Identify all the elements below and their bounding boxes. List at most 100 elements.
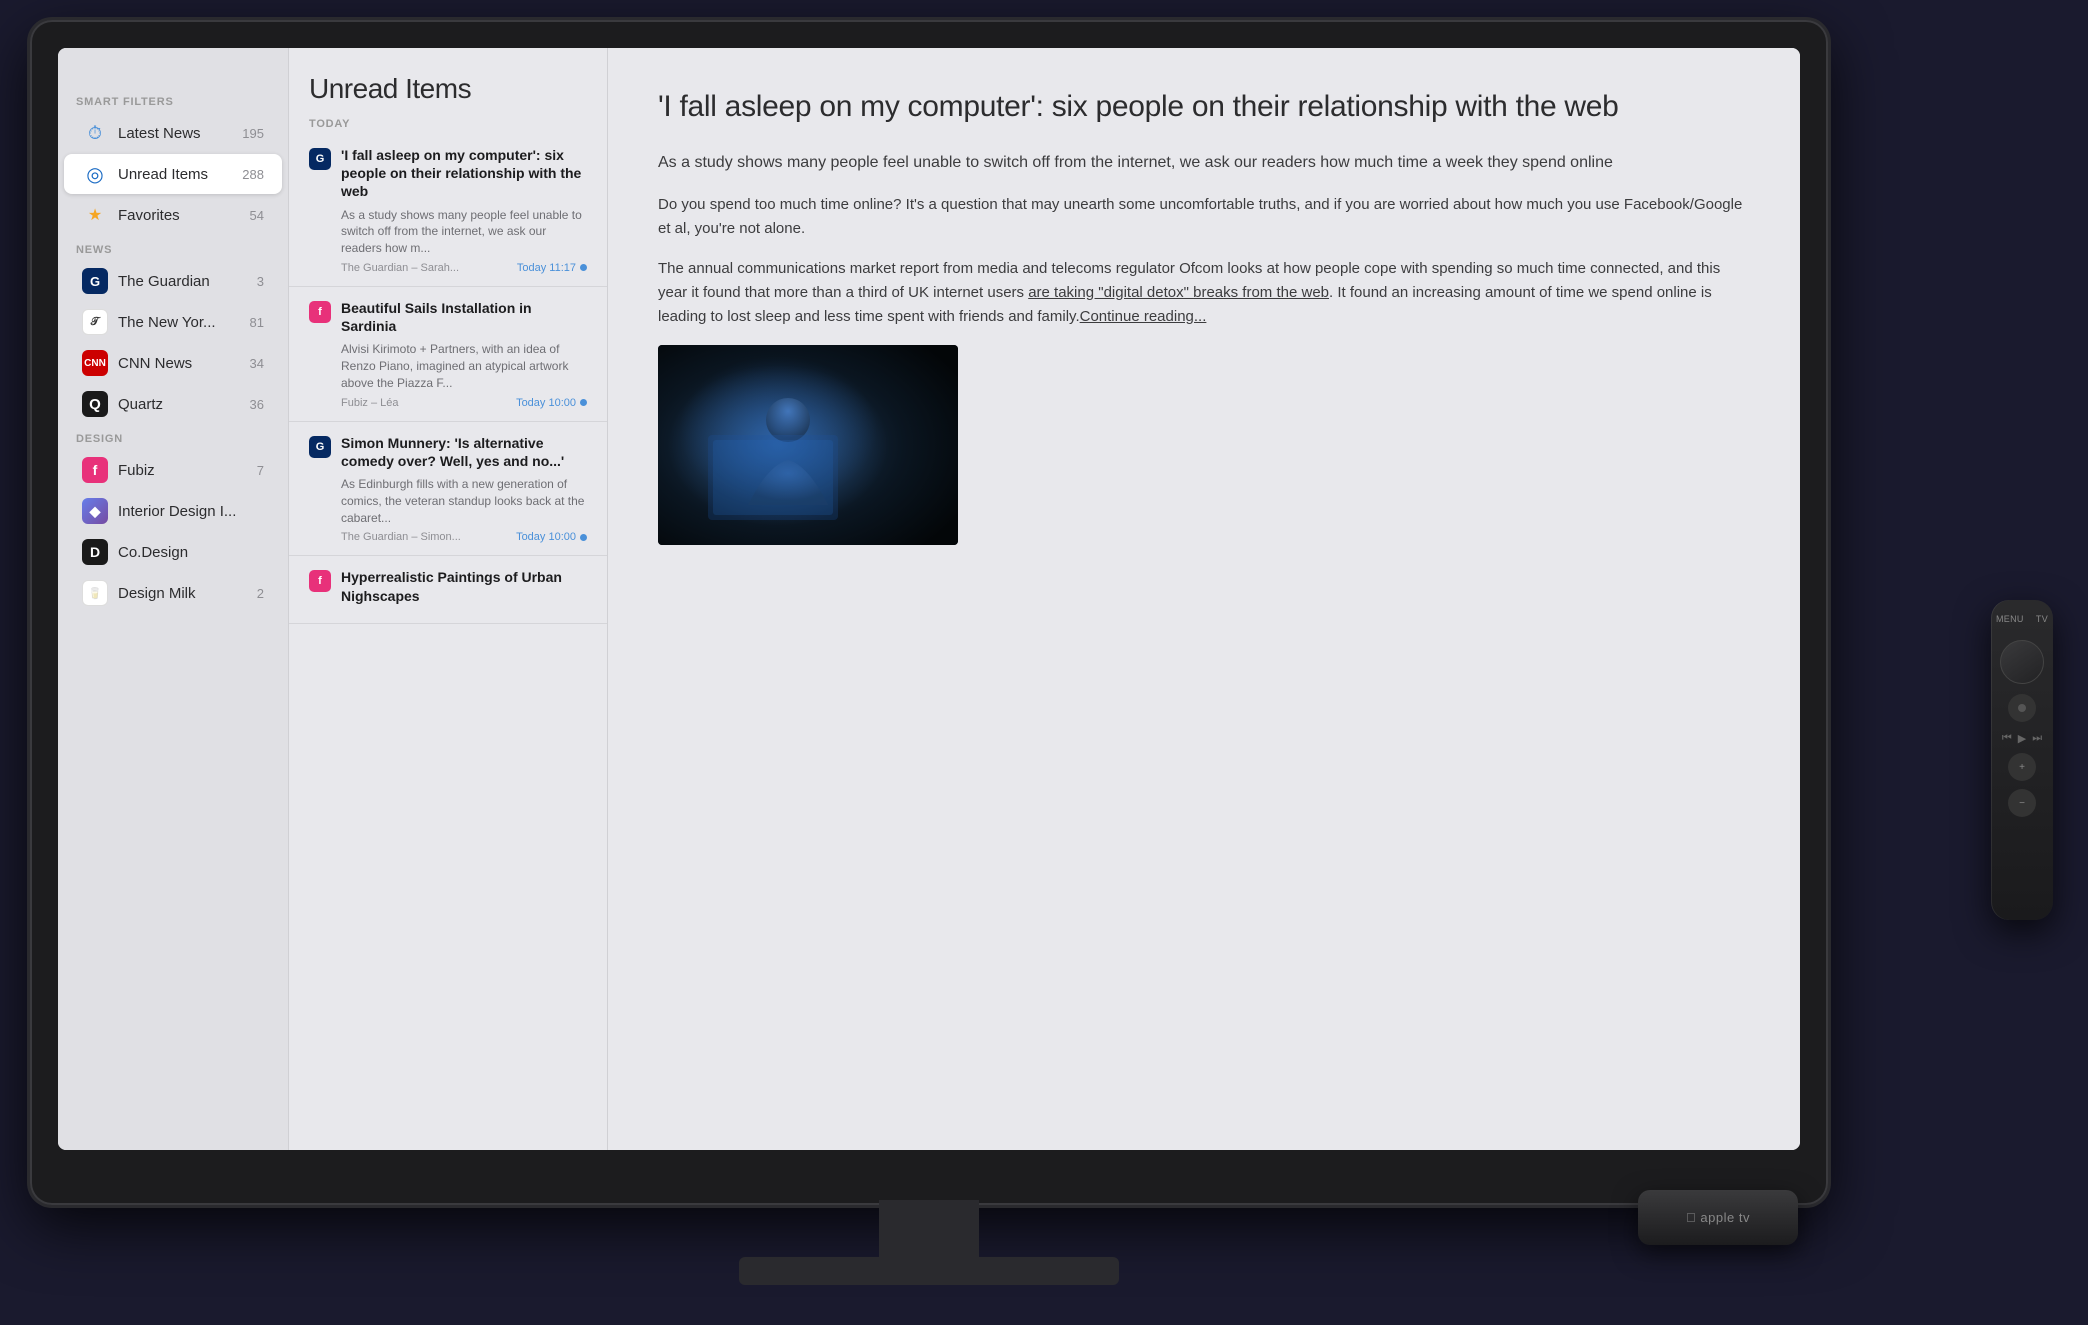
remote-touchpad[interactable] (2000, 640, 2044, 684)
sidebar-item-favorites[interactable]: ★ Favorites 54 (64, 195, 282, 235)
tv-screen: SMART FILTERS ⏱ Latest News 195 ◎ Unread… (58, 48, 1800, 1150)
article-content: 'I fall asleep on my computer': six peop… (608, 48, 1800, 1150)
article1-source: The Guardian – Sarah... (341, 262, 459, 274)
nyt-count: 81 (250, 315, 264, 330)
unread-items-label: Unread Items (118, 166, 242, 183)
tv-body: SMART FILTERS ⏱ Latest News 195 ◎ Unread… (30, 20, 1828, 1205)
sidebar-item-latest-news[interactable]: ⏱ Latest News 195 (64, 113, 282, 153)
article-item-3[interactable]: G Simon Munnery: 'Is alternative comedy … (289, 422, 607, 557)
remote-skip-fwd-icon[interactable]: ⏭ (2032, 732, 2042, 745)
article3-excerpt: As Edinburgh fills with a new generation… (341, 476, 587, 526)
designmilk-count: 2 (257, 586, 264, 601)
latest-news-label: Latest News (118, 125, 242, 142)
sidebar-item-nyt[interactable]: 𝒯 The New Yor... 81 (64, 302, 282, 342)
article1-title: 'I fall asleep on my computer': six peop… (341, 146, 587, 201)
design-section-label: DESIGN (58, 425, 288, 449)
fubiz-icon: f (82, 457, 108, 483)
article1-dot (580, 264, 587, 271)
article-link[interactable]: are taking "digital detox" breaks from t… (1028, 284, 1329, 301)
sidebar-item-interior[interactable]: ◆ Interior Design I... (64, 491, 282, 531)
article3-meta: The Guardian – Simon... Today 10:00 (341, 531, 587, 543)
favorites-label: Favorites (118, 207, 250, 224)
sidebar-item-cnn[interactable]: CNN CNN News 34 (64, 343, 282, 383)
sidebar-item-designmilk[interactable]: 🥛 Design Milk 2 (64, 573, 282, 613)
appletv-box:  apple tv (1638, 1190, 1798, 1245)
remote-select-btn[interactable] (2008, 694, 2036, 722)
quartz-label: Quartz (118, 396, 250, 413)
circle-icon: ◎ (82, 161, 108, 187)
article-item-1[interactable]: G 'I fall asleep on my computer': six pe… (289, 134, 607, 287)
tv-stand-neck (879, 1200, 979, 1265)
article-body-p1: Do you spend too much time online? It's … (658, 193, 1750, 241)
favorites-count: 54 (250, 208, 264, 223)
appletv-logo:  apple tv (1686, 1210, 1750, 1225)
article1-meta: The Guardian – Sarah... Today 11:17 (341, 262, 587, 274)
star-icon: ★ (82, 202, 108, 228)
remote-vol-up[interactable]: + (2008, 753, 2036, 781)
article1-time: Today 11:17 (517, 262, 587, 274)
remote-media-controls: ⏮ ▶ ⏭ (2002, 732, 2042, 745)
latest-news-count: 195 (242, 126, 264, 141)
today-section: TODAY (289, 110, 607, 134)
sidebar-item-guardian[interactable]: G The Guardian 3 (64, 261, 282, 301)
cnn-icon: CNN (82, 350, 108, 376)
fubiz-label: Fubiz (118, 462, 257, 479)
article3-feed-icon: G (309, 436, 331, 458)
designmilk-icon: 🥛 (82, 580, 108, 606)
nyt-icon: 𝒯 (82, 309, 108, 335)
article2-title: Beautiful Sails Installation in Sardinia (341, 299, 587, 335)
guardian-count: 3 (257, 274, 264, 289)
sidebar-item-fubiz[interactable]: f Fubiz 7 (64, 450, 282, 490)
article3-time: Today 10:00 (516, 531, 587, 543)
article-image (658, 345, 958, 545)
article-item-4[interactable]: f Hyperrealistic Paintings of Urban Nigh… (289, 556, 607, 623)
remote-play-icon[interactable]: ▶ (2018, 732, 2026, 745)
remote-menu-label[interactable]: MENU (1996, 614, 2024, 624)
remote-skip-back-icon[interactable]: ⏮ (2002, 732, 2012, 745)
continue-reading-link[interactable]: Continue reading... (1080, 308, 1207, 325)
clock-icon: ⏱ (82, 120, 108, 146)
sidebar-item-unread-items[interactable]: ◎ Unread Items 288 (64, 154, 282, 194)
article2-excerpt: Alvisi Kirimoto + Partners, with an idea… (341, 341, 587, 391)
article3-title: Simon Munnery: 'Is alternative comedy ov… (341, 434, 587, 470)
interior-icon: ◆ (82, 498, 108, 524)
article4-feed-icon: f (309, 570, 331, 592)
article1-excerpt: As a study shows many people feel unable… (341, 207, 587, 257)
article-list-title: Unread Items (289, 48, 607, 110)
smart-filters-label: SMART FILTERS (58, 88, 288, 112)
unread-items-count: 288 (242, 167, 264, 182)
article-list: Unread Items TODAY G 'I fall asleep on m… (288, 48, 608, 1150)
article-body-p2: The annual communications market report … (658, 257, 1750, 329)
scene: SMART FILTERS ⏱ Latest News 195 ◎ Unread… (0, 0, 2088, 1325)
interior-label: Interior Design I... (118, 503, 264, 520)
article2-source: Fubiz – Léa (341, 397, 398, 409)
article4-title: Hyperrealistic Paintings of Urban Nighsc… (341, 568, 587, 604)
article-content-title: 'I fall asleep on my computer': six peop… (658, 88, 1750, 126)
article1-feed-icon: G (309, 148, 331, 170)
nyt-label: The New Yor... (118, 314, 250, 331)
quartz-icon: Q (82, 391, 108, 417)
remote-vol-down[interactable]: − (2008, 789, 2036, 817)
guardian-label: The Guardian (118, 273, 257, 290)
designmilk-label: Design Milk (118, 585, 257, 602)
tv-stand-base (739, 1257, 1119, 1285)
image-glow (678, 355, 878, 505)
article3-dot (580, 534, 587, 541)
fubiz-count: 7 (257, 463, 264, 478)
article3-source: The Guardian – Simon... (341, 531, 461, 543)
cnn-count: 34 (250, 356, 264, 371)
remote-tv-label[interactable]: TV (2036, 614, 2048, 624)
guardian-icon: G (82, 268, 108, 294)
quartz-count: 36 (250, 397, 264, 412)
article-image-inner (658, 345, 958, 545)
cnn-label: CNN News (118, 355, 250, 372)
codesign-icon: D (82, 539, 108, 565)
article-item-2[interactable]: f Beautiful Sails Installation in Sardin… (289, 287, 607, 422)
remote: MENU TV ⏮ ▶ ⏭ + − (1991, 600, 2053, 920)
sidebar-item-quartz[interactable]: Q Quartz 36 (64, 384, 282, 424)
article2-dot (580, 399, 587, 406)
remote-top-row: MENU TV (1996, 614, 2048, 624)
sidebar-item-codesign[interactable]: D Co.Design (64, 532, 282, 572)
sidebar: SMART FILTERS ⏱ Latest News 195 ◎ Unread… (58, 48, 288, 1150)
codesign-label: Co.Design (118, 544, 264, 561)
